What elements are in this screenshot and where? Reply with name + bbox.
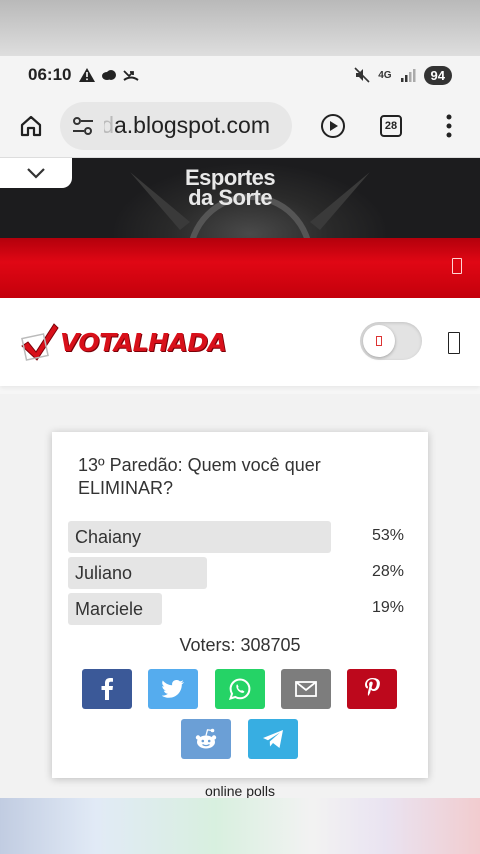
chevron-down-icon	[27, 168, 45, 179]
reddit-icon	[195, 728, 217, 749]
pinterest-icon	[365, 678, 380, 696]
poll-option-percent: 53%	[371, 527, 404, 544]
status-right: 4G 94	[354, 65, 452, 85]
share-telegram-button[interactable]	[248, 719, 298, 759]
url-faded-prefix: votalhad	[104, 112, 114, 138]
blurred-background-top	[0, 0, 480, 56]
email-icon	[295, 681, 317, 697]
ad-banner[interactable]: Esportes da Sorte	[0, 158, 480, 238]
share-facebook-button[interactable]	[82, 669, 132, 709]
checkmark-logo-icon	[21, 323, 59, 361]
poll-option-name: Juliano	[75, 563, 133, 583]
site-settings-icon[interactable]	[72, 116, 94, 136]
telegram-icon	[263, 730, 283, 748]
facebook-icon	[101, 678, 113, 700]
browser-toolbar: votalhada.blogspot.com 28	[0, 94, 480, 158]
play-button[interactable]	[316, 109, 350, 143]
site-logo[interactable]: VOTALHADA	[20, 322, 227, 362]
notification-icons	[79, 68, 140, 82]
ad-brand-logo: Esportes da Sorte	[185, 167, 276, 210]
cloud-icon	[102, 70, 117, 80]
missed-call-icon	[123, 70, 140, 81]
ad-brand-line2: da Sorte	[188, 185, 273, 210]
url-text: votalhada.blogspot.com	[104, 112, 270, 139]
toggle-knob	[363, 325, 395, 357]
collapse-ad-button[interactable]	[0, 158, 72, 188]
home-icon	[20, 115, 42, 136]
whatsapp-icon	[229, 678, 251, 700]
poll-widget: 13º Paredão: Quem você quer ELIMINAR? Ch…	[52, 432, 428, 778]
poll-option-percent: 19%	[371, 599, 404, 616]
poll-question: 13º Paredão: Quem você quer ELIMINAR?	[78, 455, 321, 498]
share-email-button[interactable]	[281, 669, 331, 709]
search-icon[interactable]	[448, 332, 460, 354]
site-logo-text: VOTALHADA	[60, 327, 227, 357]
poll-option[interactable]: Chaiany 53%	[68, 521, 408, 553]
phone-screen: 06:10 4G 94 votalhada.blogspot.com 28	[0, 56, 480, 798]
poll-voter-count: Voters: 308705	[179, 635, 301, 655]
poll-option-name: Chaiany	[75, 527, 142, 547]
warning-icon	[79, 68, 96, 82]
battery-indicator: 94	[423, 65, 452, 85]
status-time: 06:10	[28, 65, 72, 84]
home-button[interactable]	[14, 109, 48, 143]
poll-option-percent: 28%	[371, 563, 404, 580]
play-icon	[321, 113, 345, 138]
tab-switcher-button[interactable]: 28	[374, 109, 408, 143]
mute-icon	[354, 67, 370, 83]
site-header: VOTALHADA	[0, 298, 480, 386]
online-polls-link[interactable]: online polls	[0, 783, 480, 798]
share-whatsapp-button[interactable]	[215, 669, 265, 709]
menu-button[interactable]	[432, 109, 466, 143]
twitter-icon	[162, 680, 184, 698]
blurred-background-bottom	[0, 798, 480, 854]
tab-count: 28	[380, 114, 402, 137]
poll-option-name: Marciele	[75, 599, 144, 619]
poll-option[interactable]: Juliano 28%	[68, 557, 408, 589]
share-reddit-button[interactable]	[181, 719, 231, 759]
address-bar[interactable]: votalhada.blogspot.com	[60, 101, 292, 150]
signal-icon	[400, 69, 416, 82]
status-bar: 06:10 4G 94	[0, 56, 480, 94]
url-domain: a.blogspot.com	[114, 112, 270, 138]
network-type: 4G	[378, 69, 392, 81]
toolbar-actions: 28	[316, 109, 466, 143]
share-twitter-button[interactable]	[148, 669, 198, 709]
poll-option[interactable]: Marciele 19%	[68, 593, 408, 625]
dark-mode-toggle[interactable]	[360, 322, 422, 360]
missing-glyph-icon[interactable]	[452, 258, 462, 274]
site-top-bar	[0, 238, 480, 298]
share-pinterest-button[interactable]	[347, 669, 397, 709]
main-content: 13º Paredão: Quem você quer ELIMINAR? Ch…	[0, 394, 480, 798]
more-vert-icon	[446, 114, 452, 137]
